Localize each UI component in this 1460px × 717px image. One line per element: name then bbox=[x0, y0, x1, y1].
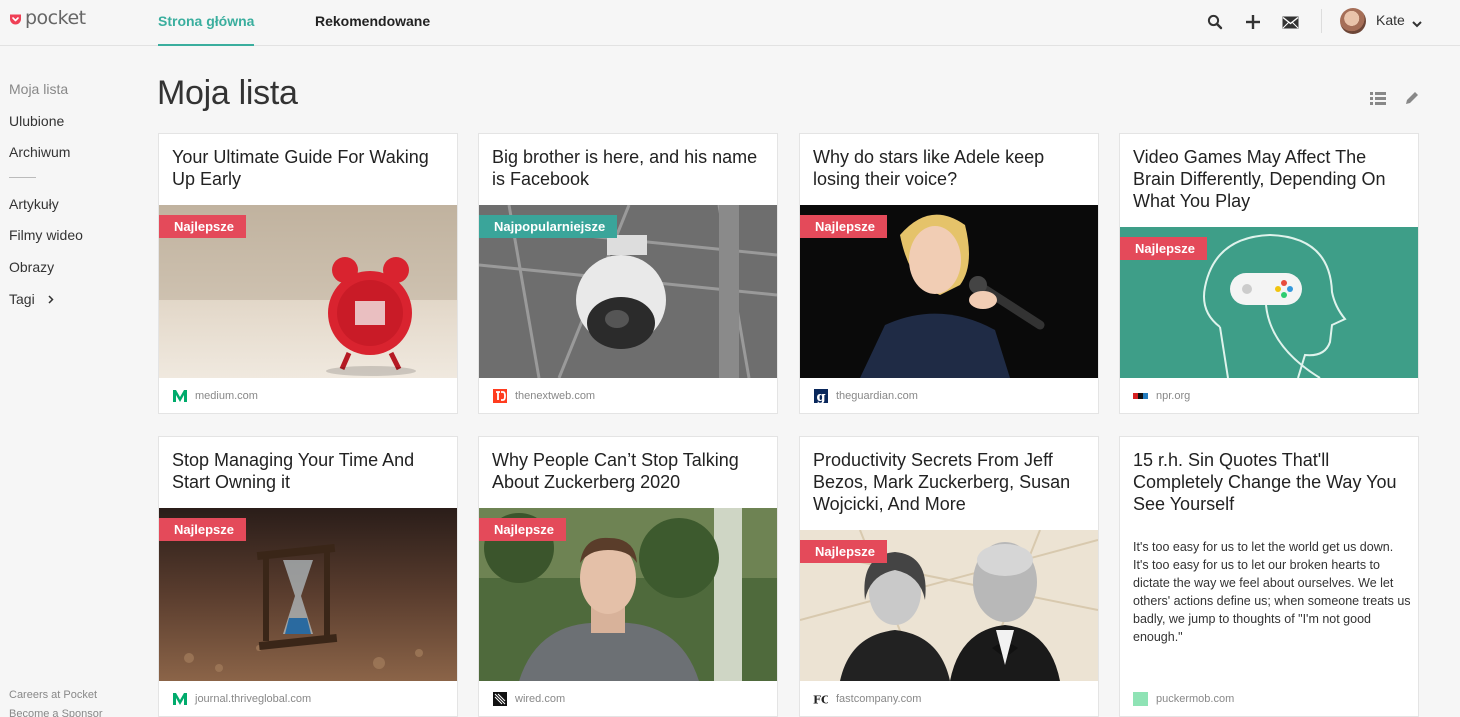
badge-best: Najlepsze bbox=[159, 215, 246, 238]
card-title[interactable]: Productivity Secrets From Jeff Bezos, Ma… bbox=[813, 449, 1091, 515]
badge-best: Najlepsze bbox=[800, 215, 887, 238]
card-source-label: medium.com bbox=[195, 390, 258, 402]
add-icon[interactable] bbox=[1243, 12, 1263, 32]
wired-icon bbox=[492, 692, 507, 706]
card-image[interactable]: Najlepsze bbox=[479, 508, 777, 681]
card-image[interactable]: Najlepsze bbox=[159, 205, 457, 378]
card-source-label: puckermob.com bbox=[1156, 693, 1235, 705]
medium-icon bbox=[172, 389, 187, 403]
badge-best: Najlepsze bbox=[159, 518, 246, 541]
page-title: Moja lista bbox=[157, 74, 298, 112]
card-title[interactable]: Your Ultimate Guide For Waking Up Early bbox=[172, 146, 450, 190]
header-divider bbox=[1321, 9, 1322, 33]
article-card[interactable]: Big brother is here, and his name is Fac… bbox=[478, 133, 778, 414]
card-image[interactable]: Najpopularniejsze bbox=[479, 205, 777, 378]
logo-text: pocket bbox=[25, 7, 86, 29]
chevron-down-icon[interactable] bbox=[1412, 15, 1422, 33]
card-source-label: fastcompany.com bbox=[836, 693, 922, 705]
list-view-icon[interactable] bbox=[1369, 89, 1387, 107]
pocket-icon bbox=[9, 13, 22, 27]
tab-home[interactable]: Strona główna bbox=[158, 0, 255, 46]
card-source[interactable]: npr.org bbox=[1133, 389, 1190, 403]
sidebar-divider bbox=[9, 177, 36, 178]
badge-best: Najlepsze bbox=[479, 518, 566, 541]
card-excerpt: It's too easy for us to let the world ge… bbox=[1133, 540, 1411, 644]
card-title[interactable]: Stop Managing Your Time And Start Owning… bbox=[172, 449, 450, 493]
fastcompany-icon: FC bbox=[813, 692, 828, 706]
card-title[interactable]: Big brother is here, and his name is Fac… bbox=[492, 146, 770, 190]
sidebar-item-articles[interactable]: Artykuły bbox=[9, 196, 59, 212]
edit-icon[interactable] bbox=[1403, 89, 1421, 107]
badge-best: Najlepsze bbox=[1120, 237, 1207, 260]
thenextweb-icon bbox=[492, 389, 507, 403]
avatar[interactable] bbox=[1340, 8, 1366, 34]
top-bar: pocket Strona główna Rekomendowane Kate bbox=[0, 0, 1460, 46]
sponsor-link[interactable]: Become a Sponsor bbox=[9, 708, 103, 717]
search-icon[interactable] bbox=[1205, 12, 1225, 32]
article-card[interactable]: Why do stars like Adele keep losing thei… bbox=[799, 133, 1099, 414]
user-name[interactable]: Kate bbox=[1376, 12, 1405, 28]
sidebar-item-archive[interactable]: Archiwum bbox=[9, 144, 70, 160]
card-source-label: theguardian.com bbox=[836, 390, 918, 402]
article-card[interactable]: Stop Managing Your Time And Start Owning… bbox=[158, 436, 458, 717]
card-source[interactable]: FC fastcompany.com bbox=[813, 692, 921, 706]
card-source[interactable]: medium.com bbox=[172, 389, 258, 403]
card-source[interactable]: thenextweb.com bbox=[492, 389, 595, 403]
card-image[interactable]: Najlepsze bbox=[800, 530, 1098, 681]
card-source[interactable]: puckermob.com bbox=[1133, 692, 1234, 706]
sidebar-item-favorites[interactable]: Ulubione bbox=[9, 113, 64, 129]
badge-popular: Najpopularniejsze bbox=[479, 215, 618, 238]
card-source-label: journal.thriveglobal.com bbox=[195, 693, 312, 705]
card-source-label: wired.com bbox=[515, 693, 566, 705]
card-source-label: npr.org bbox=[1156, 390, 1191, 402]
card-title[interactable]: Why do stars like Adele keep losing thei… bbox=[813, 146, 1091, 190]
card-image[interactable]: Najlepsze bbox=[1120, 227, 1418, 378]
card-source[interactable]: journal.thriveglobal.com bbox=[172, 692, 311, 706]
careers-link[interactable]: Careers at Pocket bbox=[9, 689, 97, 701]
tab-recommended[interactable]: Rekomendowane bbox=[315, 0, 430, 46]
card-source-label: thenextweb.com bbox=[515, 390, 596, 402]
card-image[interactable]: Najlepsze bbox=[159, 508, 457, 681]
sidebar-item-images[interactable]: Obrazy bbox=[9, 259, 54, 275]
mail-icon[interactable] bbox=[1280, 12, 1300, 32]
card-source[interactable]: wired.com bbox=[492, 692, 565, 706]
badge-best: Najlepsze bbox=[800, 540, 887, 563]
article-card[interactable]: 15 r.h. Sin Quotes That'll Completely Ch… bbox=[1119, 436, 1419, 717]
pocket-logo[interactable]: pocket bbox=[9, 7, 86, 29]
card-title[interactable]: Why People Can’t Stop Talking About Zuck… bbox=[492, 449, 770, 493]
chevron-right-icon bbox=[48, 291, 54, 307]
sidebar-item-my-list[interactable]: Moja lista bbox=[9, 81, 68, 97]
npr-icon bbox=[1133, 389, 1148, 403]
svg-text:FC: FC bbox=[813, 693, 828, 705]
article-card[interactable]: Why People Can’t Stop Talking About Zuck… bbox=[478, 436, 778, 717]
card-title[interactable]: 15 r.h. Sin Quotes That'll Completely Ch… bbox=[1133, 449, 1411, 515]
svg-text:g: g bbox=[816, 390, 825, 403]
card-source[interactable]: g theguardian.com bbox=[813, 389, 918, 403]
card-title[interactable]: Video Games May Affect The Brain Differe… bbox=[1133, 146, 1411, 212]
sidebar-item-tags[interactable]: Tagi bbox=[9, 291, 54, 307]
sidebar-item-tags-label: Tagi bbox=[9, 291, 35, 307]
guardian-icon: g bbox=[813, 389, 828, 403]
article-card[interactable]: Video Games May Affect The Brain Differe… bbox=[1119, 133, 1419, 414]
medium-icon bbox=[172, 692, 187, 706]
article-card[interactable]: Productivity Secrets From Jeff Bezos, Ma… bbox=[799, 436, 1099, 717]
sidebar-item-videos[interactable]: Filmy wideo bbox=[9, 227, 83, 243]
puckermob-icon bbox=[1133, 692, 1148, 706]
card-image[interactable]: Najlepsze bbox=[800, 205, 1098, 378]
article-card[interactable]: Your Ultimate Guide For Waking Up Early … bbox=[158, 133, 458, 414]
